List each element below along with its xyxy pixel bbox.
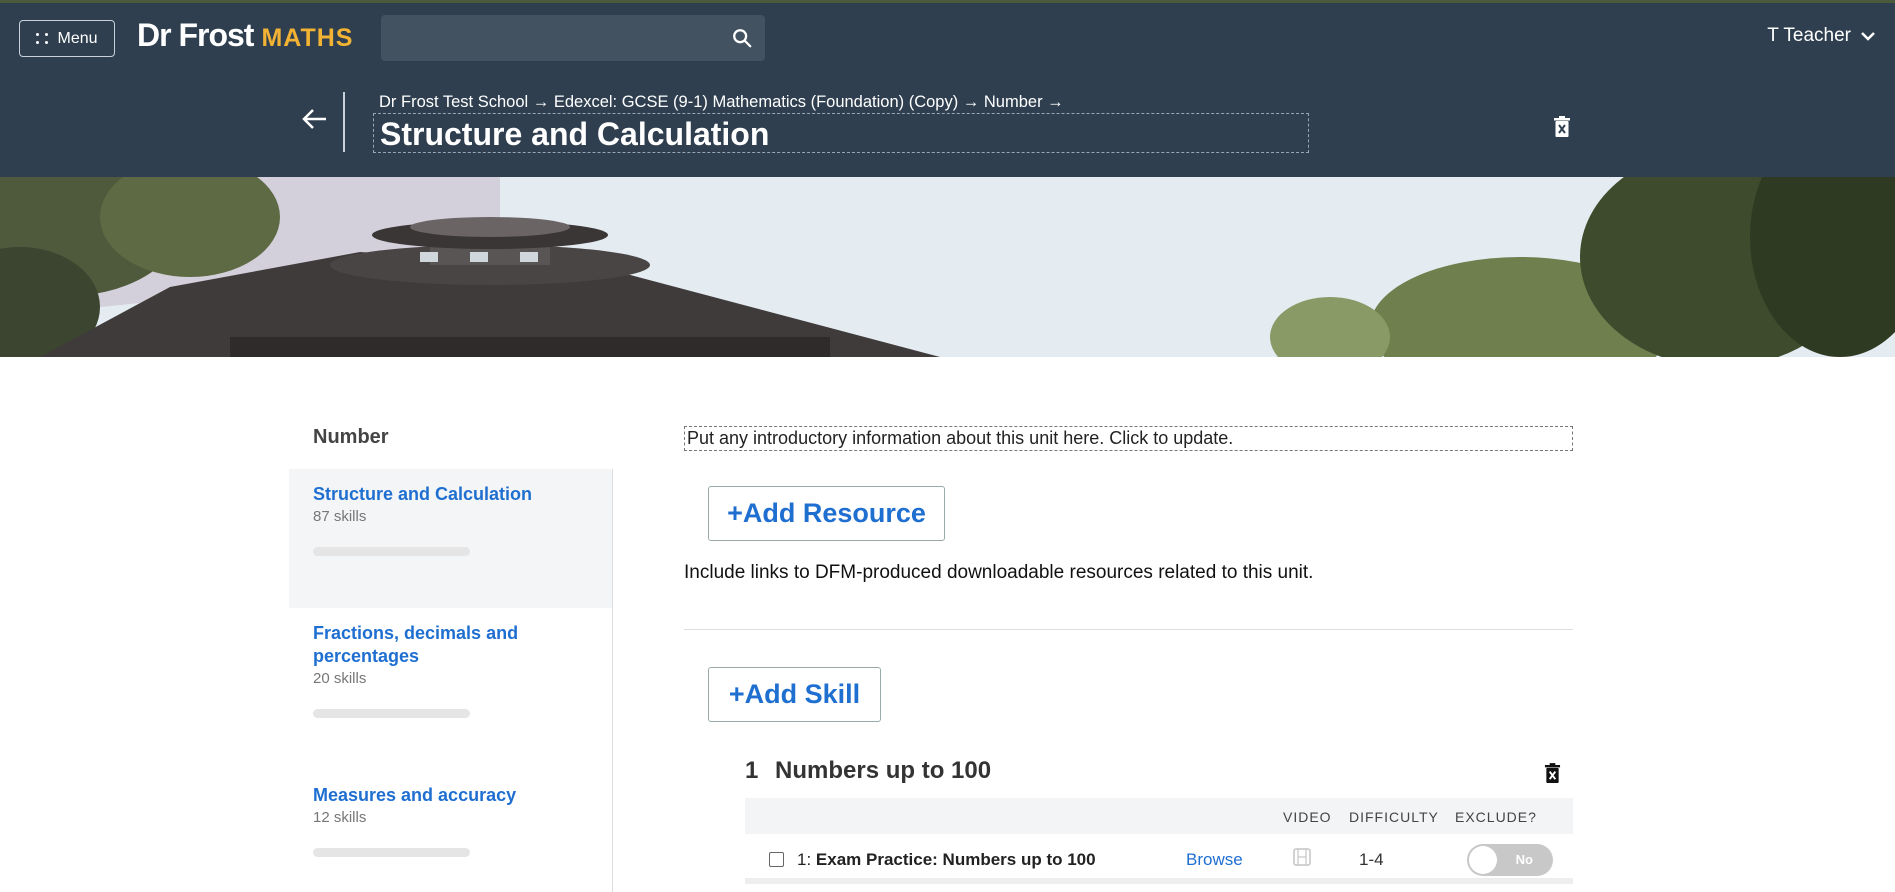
sidebar-item-progress <box>313 547 470 556</box>
chevron-down-icon <box>1861 32 1875 41</box>
title-editable-box[interactable]: Structure and Calculation <box>373 113 1309 153</box>
sidebar-divider <box>612 469 613 892</box>
sidebar-item-label: Structure and Calculation <box>313 484 533 504</box>
delete-unit-icon[interactable] <box>1553 116 1571 138</box>
unit-header: Dr Frost Test School → Edexcel: GCSE (9-… <box>0 70 1895 177</box>
back-arrow-icon[interactable] <box>300 104 330 134</box>
banner-image <box>0 177 1895 357</box>
search-icon[interactable] <box>731 27 753 49</box>
exclude-toggle[interactable]: No <box>1467 844 1553 876</box>
skill-section-name: Numbers up to 100 <box>775 757 992 784</box>
column-header-video: VIDEO <box>1283 809 1332 825</box>
header-divider <box>343 92 345 152</box>
sidebar-item-count: 12 skills <box>313 809 367 826</box>
add-resource-button[interactable]: +Add Resource <box>708 486 945 541</box>
intro-editable-text[interactable]: Put any introductory information about t… <box>684 426 1573 451</box>
skill-label[interactable]: 1: Exam Practice: Numbers up to 100 <box>797 850 1096 870</box>
sidebar-item-count: 20 skills <box>313 670 367 687</box>
sidebar-item-fractions-decimals-percentages[interactable]: Fractions, decimals and percentages 20 s… <box>289 608 612 768</box>
top-nav-bar: Menu Dr Frost MATHS T Teacher <box>0 0 1895 70</box>
logo-sub-text: MATHS <box>261 24 354 52</box>
menu-label: Menu <box>57 29 98 47</box>
sidebar-title: Number <box>313 426 389 448</box>
include-resources-text: Include links to DFM-produced downloadab… <box>684 562 1314 583</box>
add-skill-button[interactable]: +Add Skill <box>708 667 881 722</box>
skill-section-number: 1 <box>745 757 759 784</box>
sidebar-item-progress <box>313 848 470 857</box>
browse-link[interactable]: Browse <box>1186 850 1243 870</box>
table-row: 1: Exam Practice: Numbers up to 100 Brow… <box>745 834 1573 884</box>
sidebar-item-label: Fractions, decimals and percentages <box>313 623 519 666</box>
sidebar-item-label: Measures and accuracy <box>313 785 517 805</box>
logo[interactable]: Dr Frost MATHS <box>137 17 353 57</box>
sidebar-item-measures-and-accuracy[interactable]: Measures and accuracy 12 skills <box>289 770 612 892</box>
page-title: Structure and Calculation <box>380 116 770 152</box>
search-box <box>381 15 765 61</box>
skill-name: Exam Practice: Numbers up to 100 <box>815 850 1096 869</box>
user-menu[interactable]: T Teacher <box>1767 25 1875 47</box>
section-divider <box>684 629 1573 630</box>
breadcrumb[interactable]: Dr Frost Test School → Edexcel: GCSE (9-… <box>379 93 1064 112</box>
menu-dots-icon <box>36 33 49 44</box>
menu-button[interactable]: Menu <box>19 20 115 57</box>
toggle-label: No <box>1515 852 1533 867</box>
search-input[interactable] <box>381 15 711 61</box>
skill-index: 1: <box>797 850 812 869</box>
sidebar-item-count: 87 skills <box>313 508 367 525</box>
skill-section-title: 1 Numbers up to 100 <box>745 757 991 785</box>
toggle-knob <box>1469 846 1497 874</box>
logo-main-text: Dr Frost <box>137 17 254 53</box>
banner-illustration <box>0 177 1895 357</box>
user-name: T Teacher <box>1767 25 1851 46</box>
skills-table-header: VIDEO DIFFICULTY EXCLUDE? <box>745 798 1573 834</box>
sidebar-item-progress <box>313 709 470 718</box>
delete-section-icon[interactable] <box>1544 763 1561 784</box>
row-checkbox[interactable] <box>769 852 784 867</box>
video-icon[interactable] <box>1293 848 1311 866</box>
column-header-difficulty: DIFFICULTY <box>1349 809 1439 825</box>
difficulty-value: 1-4 <box>1359 850 1384 869</box>
column-header-exclude: EXCLUDE? <box>1455 809 1537 825</box>
sidebar-item-structure-and-calculation[interactable]: Structure and Calculation 87 skills <box>289 469 612 608</box>
